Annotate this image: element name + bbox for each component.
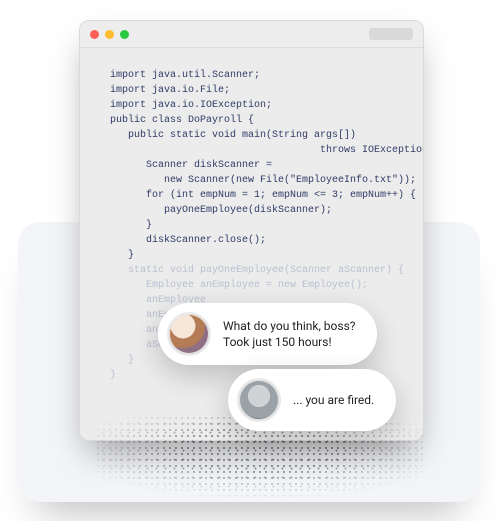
avatar — [237, 378, 281, 422]
code-line: throws IOException { — [110, 145, 424, 156]
code-line: payOneEmployee(diskScanner); — [110, 205, 332, 216]
code-line: import java.io.IOException; — [110, 100, 272, 111]
code-line: } — [110, 220, 152, 231]
chat-bubble-developer: What do you think, boss? Took just 150 h… — [158, 303, 377, 365]
code-line: public static void main(String args[]) — [110, 130, 356, 141]
close-icon[interactable] — [90, 30, 99, 39]
minimize-icon[interactable] — [105, 30, 114, 39]
zoom-icon[interactable] — [120, 30, 129, 39]
chat-text: ... you are fired. — [293, 392, 374, 408]
avatar — [167, 312, 211, 356]
code-line: new Scanner(new File("EmployeeInfo.txt")… — [110, 175, 416, 186]
code-line-faded: Employee anEmployee = new Employee(); — [110, 280, 368, 291]
traffic-lights — [90, 30, 129, 39]
code-line: diskScanner.close(); — [110, 235, 266, 246]
chat-bubble-boss: ... you are fired. — [228, 369, 396, 431]
code-line: import java.util.Scanner; — [110, 70, 260, 81]
chat-text: What do you think, boss? Took just 150 h… — [223, 318, 355, 350]
code-line: import java.io.File; — [110, 85, 230, 96]
code-line: Scanner diskScanner = — [110, 160, 272, 171]
toolbar-placeholder — [369, 28, 413, 40]
code-line-faded: } — [110, 370, 116, 381]
code-line: } — [110, 250, 134, 261]
code-line-faded: static void payOneEmployee(Scanner aScan… — [110, 265, 404, 276]
code-line-faded: } — [110, 355, 134, 366]
code-line: public class DoPayroll { — [110, 115, 254, 126]
window-titlebar — [80, 21, 423, 48]
code-line: for (int empNum = 1; empNum <= 3; empNum… — [110, 190, 416, 201]
